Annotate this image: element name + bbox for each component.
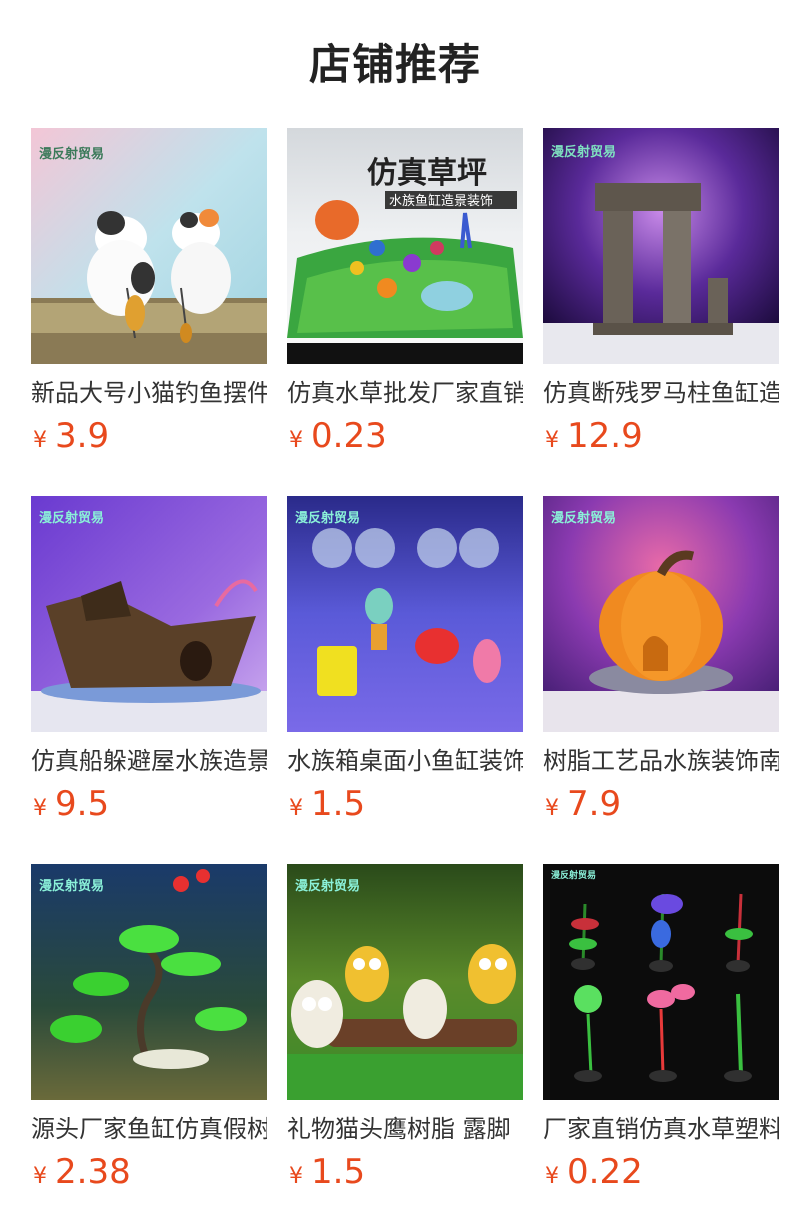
product-card[interactable]: 仿真草坪 水族鱼缸造景装饰 仿真水草批发厂家直销 ¥ 0.23 bbox=[287, 128, 523, 496]
svg-text:漫反射贸易: 漫反射贸易 bbox=[39, 146, 104, 162]
price-amount: 1.5 bbox=[311, 784, 366, 824]
product-price: ¥ 12.9 bbox=[543, 416, 779, 456]
product-grid: 漫反射贸易 新品大号小猫钓鱼摆件 ¥ 3.9 仿真草坪 水族鱼缸造景装饰 仿真水… bbox=[31, 128, 790, 1232]
product-card[interactable]: 漫反射贸易 仿真船躲避屋水族造景 ¥ 9.5 bbox=[31, 496, 267, 864]
currency-symbol: ¥ bbox=[33, 1164, 47, 1189]
svg-text:漫反射贸易: 漫反射贸易 bbox=[295, 510, 360, 526]
cartoon-hanging-ornaments-image[interactable]: 漫反射贸易 bbox=[287, 496, 523, 732]
product-card[interactable]: 漫反射贸易 礼物猫头鹰树脂 露脚 ¥ 1.5 bbox=[287, 864, 523, 1232]
svg-text:漫反射贸易: 漫反射贸易 bbox=[551, 510, 616, 526]
artificial-grass-mat-image[interactable]: 仿真草坪 水族鱼缸造景装饰 bbox=[287, 128, 523, 364]
product-card[interactable]: 漫反射贸易 仿真断残罗马柱鱼缸造景 ¥ 12.9 bbox=[543, 128, 779, 496]
owl-figurines-image[interactable]: 漫反射贸易 bbox=[287, 864, 523, 1100]
price-amount: 12.9 bbox=[567, 416, 643, 456]
product-price: ¥ 7.9 bbox=[543, 784, 779, 824]
roman-column-ruin-image[interactable]: 漫反射贸易 bbox=[543, 128, 779, 364]
price-amount: 9.5 bbox=[55, 784, 110, 824]
product-name[interactable]: 仿真断残罗马柱鱼缸造景 bbox=[543, 378, 779, 408]
price-amount: 0.23 bbox=[311, 416, 387, 456]
product-name[interactable]: 仿真水草批发厂家直销 bbox=[287, 378, 523, 408]
product-name[interactable]: 新品大号小猫钓鱼摆件 bbox=[31, 378, 267, 408]
price-amount: 2.38 bbox=[55, 1152, 131, 1192]
product-price: ¥ 2.38 bbox=[31, 1152, 267, 1192]
currency-symbol: ¥ bbox=[289, 1164, 303, 1189]
currency-symbol: ¥ bbox=[289, 428, 303, 453]
product-name[interactable]: 树脂工艺品水族装饰南瓜 bbox=[543, 746, 779, 776]
shipwreck-hideout-image[interactable]: 漫反射贸易 bbox=[31, 496, 267, 732]
svg-text:漫反射贸易: 漫反射贸易 bbox=[551, 144, 616, 160]
product-price: ¥ 0.22 bbox=[543, 1152, 779, 1192]
product-name[interactable]: 厂家直销仿真水草塑料 bbox=[543, 1114, 779, 1144]
plastic-water-plants-image[interactable]: 漫反射贸易 bbox=[543, 864, 779, 1100]
product-card[interactable]: 漫反射贸易 厂家直销仿真水草塑料 ¥ 0.22 bbox=[543, 864, 779, 1232]
product-name[interactable]: 仿真船躲避屋水族造景 bbox=[31, 746, 267, 776]
product-price: ¥ 1.5 bbox=[287, 1152, 523, 1192]
price-amount: 7.9 bbox=[567, 784, 622, 824]
product-card[interactable]: 漫反射贸易 树脂工艺品水族装饰南瓜 ¥ 7.9 bbox=[543, 496, 779, 864]
product-price: ¥ 0.23 bbox=[287, 416, 523, 456]
product-price: ¥ 3.9 bbox=[31, 416, 267, 456]
currency-symbol: ¥ bbox=[545, 1164, 559, 1189]
price-amount: 1.5 bbox=[311, 1152, 366, 1192]
product-name[interactable]: 礼物猫头鹰树脂 露脚 bbox=[287, 1114, 523, 1144]
price-amount: 0.22 bbox=[567, 1152, 643, 1192]
currency-symbol: ¥ bbox=[545, 796, 559, 821]
currency-symbol: ¥ bbox=[33, 796, 47, 821]
pumpkin-house-image[interactable]: 漫反射贸易 bbox=[543, 496, 779, 732]
store-recommendations-page: 店铺推荐 漫反射贸易 新品大号小猫钓鱼摆件 ¥ 3.9 仿真草坪 水族鱼缸造景装… bbox=[0, 0, 790, 1232]
page-title: 店铺推荐 bbox=[308, 40, 481, 89]
svg-text:漫反射贸易: 漫反射贸易 bbox=[295, 878, 360, 894]
price-amount: 3.9 bbox=[55, 416, 110, 456]
product-price: ¥ 9.5 bbox=[31, 784, 267, 824]
svg-text:漫反射贸易: 漫反射贸易 bbox=[39, 510, 104, 526]
currency-symbol: ¥ bbox=[289, 796, 303, 821]
product-card[interactable]: 漫反射贸易 源头厂家鱼缸仿真假树 ¥ 2.38 bbox=[31, 864, 267, 1232]
currency-symbol: ¥ bbox=[33, 428, 47, 453]
cat-fishing-figurines-image[interactable]: 漫反射贸易 bbox=[31, 128, 267, 364]
product-card[interactable]: 漫反射贸易 水族箱桌面小鱼缸装饰 ¥ 1.5 bbox=[287, 496, 523, 864]
banner-subtitle: 水族鱼缸造景装饰 bbox=[389, 193, 493, 209]
svg-text:漫反射贸易: 漫反射贸易 bbox=[551, 869, 596, 881]
product-card[interactable]: 漫反射贸易 新品大号小猫钓鱼摆件 ¥ 3.9 bbox=[31, 128, 267, 496]
product-name[interactable]: 源头厂家鱼缸仿真假树 bbox=[31, 1114, 267, 1144]
product-price: ¥ 1.5 bbox=[287, 784, 523, 824]
product-name[interactable]: 水族箱桌面小鱼缸装饰 bbox=[287, 746, 523, 776]
banner-title: 仿真草坪 bbox=[367, 156, 487, 191]
bonsai-tree-image[interactable]: 漫反射贸易 bbox=[31, 864, 267, 1100]
currency-symbol: ¥ bbox=[545, 428, 559, 453]
svg-text:漫反射贸易: 漫反射贸易 bbox=[39, 878, 104, 894]
